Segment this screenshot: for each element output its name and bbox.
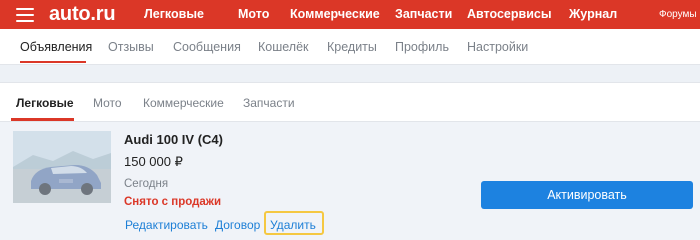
topnav-cars[interactable]: Легковые <box>144 6 204 22</box>
topnav-moto[interactable]: Мото <box>238 6 269 22</box>
topnav-journal[interactable]: Журнал <box>569 6 617 22</box>
tab-listings[interactable]: Объявления <box>20 40 92 55</box>
category-parts[interactable]: Запчасти <box>243 96 295 111</box>
top-bar: auto.ru Легковые Мото Коммерческие Запча… <box>0 0 700 29</box>
tab-reviews[interactable]: Отзывы <box>108 40 154 55</box>
tab-settings[interactable]: Настройки <box>467 40 528 55</box>
category-moto[interactable]: Мото <box>93 96 122 111</box>
status-badge: Снято с продажи <box>124 196 222 208</box>
car-image-icon <box>13 131 111 203</box>
listing-title[interactable]: Audi 100 IV (C4) <box>124 132 223 148</box>
delete-link[interactable]: Удалить <box>270 218 316 232</box>
tab-messages[interactable]: Сообщения <box>173 40 241 55</box>
contract-link[interactable]: Договор <box>215 218 260 232</box>
active-tab-indicator <box>20 61 86 63</box>
category-commercial[interactable]: Коммерческие <box>143 96 224 111</box>
activate-button[interactable]: Активировать <box>481 181 693 209</box>
topnav-services[interactable]: Автосервисы <box>467 6 552 22</box>
menu-icon[interactable] <box>16 8 34 22</box>
listing-date: Сегодня <box>124 178 169 190</box>
profile-nav: Объявления Отзывы Сообщения Кошелёк Кред… <box>0 29 700 65</box>
edit-link[interactable]: Редактировать <box>125 218 208 232</box>
car-photo[interactable] <box>13 131 111 203</box>
topnav-parts[interactable]: Запчасти <box>395 6 452 22</box>
site-logo[interactable]: auto.ru <box>49 2 116 26</box>
category-cars[interactable]: Легковые <box>16 96 74 111</box>
listing-price: 150 000 ₽ <box>124 154 183 169</box>
tab-profile[interactable]: Профиль <box>395 40 449 55</box>
listings-card: Легковые Мото Коммерческие Запчасти Audi… <box>0 82 700 240</box>
tab-wallet[interactable]: Кошелёк <box>258 40 309 55</box>
topnav-forums[interactable]: Форумы <box>659 8 697 21</box>
tab-credits[interactable]: Кредиты <box>327 40 377 55</box>
listing-item: Audi 100 IV (C4) 150 000 ₽ Сегодня Снято… <box>0 122 700 240</box>
topnav-commercial[interactable]: Коммерческие <box>290 6 380 22</box>
